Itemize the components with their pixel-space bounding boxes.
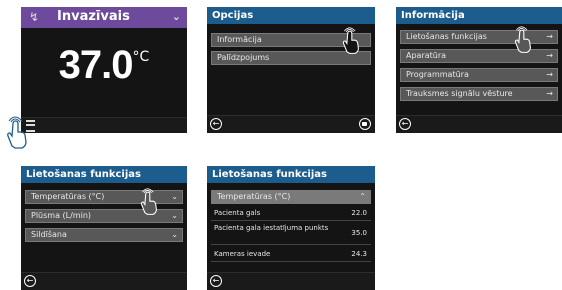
screen-usage-functions: Lietošanas funkcijas Temperatūras (°C) ⌄ … (21, 166, 187, 290)
usage-expanded-footer: ← (207, 272, 375, 290)
options-header: Opcijas (207, 7, 375, 24)
information-item-software[interactable]: Programmatūra → (400, 68, 558, 82)
usage-item-label: Plūsma (L/min) (31, 211, 92, 220)
row-label: Kameras ievade (214, 250, 271, 258)
back-arrow-icon[interactable]: ← (399, 118, 411, 130)
arrow-right-icon: → (546, 51, 553, 60)
arrow-right-icon: → (546, 32, 553, 41)
usage-item-label: Temperatūras (°C) (31, 192, 105, 201)
arrow-right-icon: → (546, 89, 553, 98)
chevron-down-icon: ⌄ (171, 211, 178, 220)
row-value: 22.0 (351, 209, 367, 217)
usage-functions-header: Lietošanas funkcijas (207, 166, 375, 183)
tap-hand-icon (138, 188, 160, 216)
row-label: Pacienta gals (214, 209, 261, 217)
chevron-down-icon: ⌄ (171, 192, 178, 201)
arrow-right-icon: → (546, 70, 553, 79)
information-header: Informācija (396, 7, 562, 24)
information-item-usage-functions[interactable]: Lietošanas funkcijas → (400, 30, 558, 44)
back-arrow-icon[interactable]: ← (24, 275, 36, 287)
usage-item-heating[interactable]: Sildīšana ⌄ (25, 228, 183, 242)
temperature-row-patient-end: Pacienta gals 22.0 (211, 209, 371, 221)
tap-hand-icon (512, 26, 534, 54)
screen-options: Opcijas Informācija Palīdzpojums ← (207, 7, 375, 133)
information-item-label: Lietošanas funkcijas (406, 32, 487, 41)
options-item-label: Palīdzpojums (217, 53, 270, 62)
options-footer: ← (207, 115, 375, 133)
back-arrow-icon[interactable]: ← (210, 275, 222, 287)
mode-header[interactable]: ↯ Invazīvais ⌄ (21, 7, 187, 28)
information-item-alarm-history[interactable]: Trauksmes signālu vēsture → (400, 87, 558, 101)
screen-main-display: ↯ Invazīvais ⌄ 37.0°C (21, 7, 187, 133)
screen-information: Informācija Lietošanas funkcijas → Aparat… (396, 7, 562, 133)
temperature-value: 37.0 (58, 43, 134, 87)
tap-hand-icon (4, 116, 30, 150)
usage-functions-header: Lietošanas funkcijas (21, 166, 187, 183)
back-arrow-icon[interactable]: ← (210, 118, 222, 130)
screen-usage-functions-expanded: Lietošanas funkcijas Temperatūras (°C) ⌃ … (207, 166, 375, 290)
usage-section-temperatures[interactable]: Temperatūras (°C) ⌃ (211, 190, 371, 204)
mode-title: Invazīvais (57, 9, 130, 24)
humidifier-icon: ↯ (29, 10, 40, 24)
temperature-unit: °C (132, 49, 150, 65)
information-item-hardware[interactable]: Aparatūra → (400, 49, 558, 63)
main-footer (21, 117, 187, 133)
lock-icon[interactable] (359, 118, 371, 130)
information-item-label: Trauksmes signālu vēsture (406, 89, 513, 98)
chevron-down-icon: ⌄ (171, 230, 178, 239)
usage-item-label: Sildīšana (31, 230, 67, 239)
information-item-label: Programmatūra (406, 70, 469, 79)
row-label: Pacienta gala iestatījuma punkts (214, 224, 329, 232)
information-footer: ← (396, 115, 562, 133)
usage-functions-footer: ← (21, 272, 187, 290)
temperature-readout: 37.0°C (21, 43, 187, 88)
usage-section-label: Temperatūras (°C) (217, 192, 291, 201)
tap-hand-icon (340, 27, 362, 55)
temperature-row-patient-setpoint: Pacienta gala iestatījuma punkts 35.0 (211, 224, 371, 245)
information-item-label: Aparatūra (406, 51, 447, 60)
row-value: 35.0 (351, 229, 367, 237)
options-item-label: Informācija (217, 35, 262, 44)
temperature-row-chamber-inlet: Kameras ievade 24.3 (211, 250, 371, 262)
row-value: 24.3 (351, 250, 367, 258)
chevron-down-icon[interactable]: ⌄ (172, 10, 181, 23)
chevron-up-icon: ⌃ (359, 192, 366, 201)
